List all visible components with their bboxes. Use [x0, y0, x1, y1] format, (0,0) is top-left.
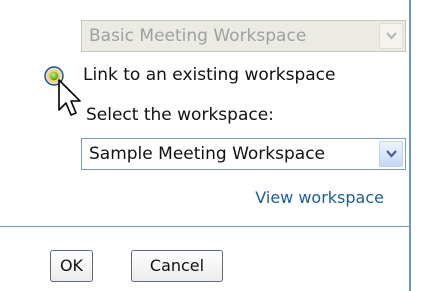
ok-button[interactable]: OK: [50, 250, 93, 282]
page-background-edge: [411, 0, 429, 291]
cancel-button[interactable]: Cancel: [131, 250, 223, 282]
workspace-options-panel: Basic Meeting Workspace Link to an exist…: [0, 0, 411, 291]
select-workspace-label: Select the workspace:: [86, 105, 274, 125]
workspace-select[interactable]: Sample Meeting Workspace: [81, 138, 406, 170]
workspace-template-select: Basic Meeting Workspace: [81, 20, 406, 52]
workspace-select-value: Sample Meeting Workspace: [89, 144, 326, 164]
chevron-down-icon: [386, 32, 397, 40]
section-divider: [0, 226, 409, 227]
workspace-select-dropdown-button[interactable]: [379, 141, 403, 167]
link-existing-workspace-label[interactable]: Link to an existing workspace: [83, 65, 335, 85]
workspace-template-dropdown-button: [379, 23, 403, 49]
mouse-pointer-icon: [58, 79, 81, 116]
workspace-template-value: Basic Meeting Workspace: [89, 26, 307, 46]
view-workspace-link[interactable]: View workspace: [255, 188, 384, 207]
chevron-down-icon: [386, 150, 397, 158]
